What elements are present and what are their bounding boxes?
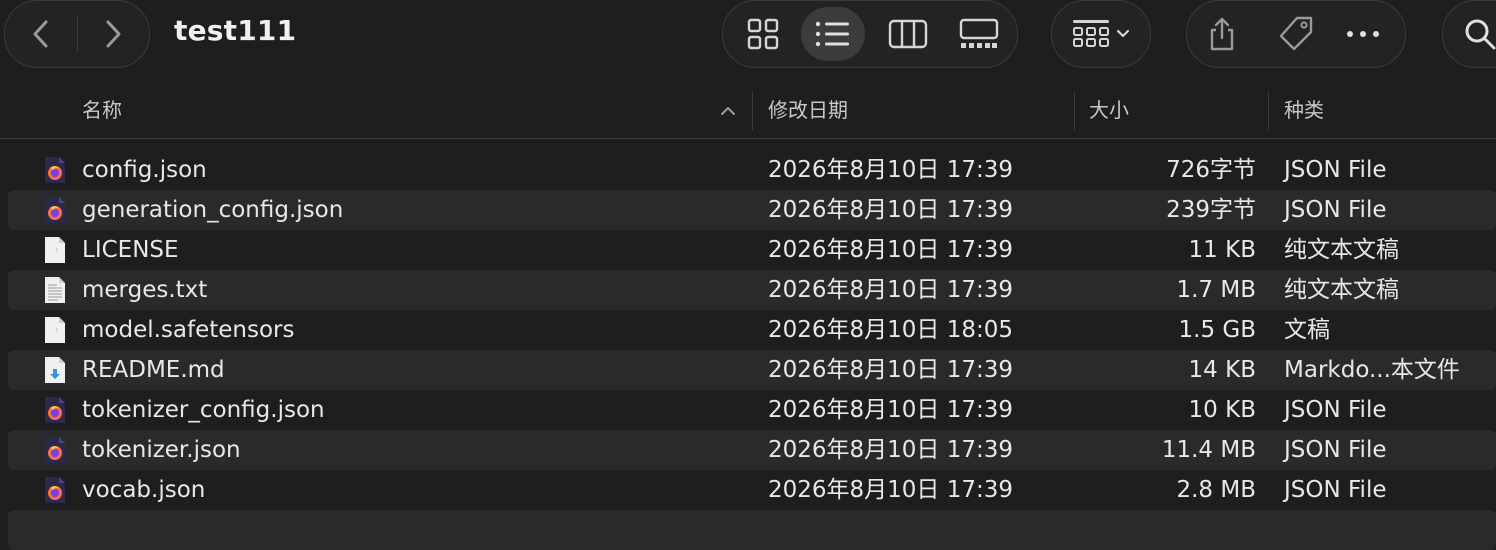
column-view-button[interactable] (876, 7, 940, 61)
file-date: 2026年8月10日 17:39 (768, 477, 1014, 503)
icon-view-icon (747, 18, 779, 50)
navigation-group (4, 0, 150, 68)
file-date: 2026年8月10日 17:39 (768, 237, 1014, 263)
file-row[interactable]: tokenizer.json 2026年8月10日 17:39 11.4 MB JSO… (8, 430, 1496, 470)
file-size: 726字节 (1166, 157, 1256, 183)
tag-icon (1279, 16, 1313, 51)
file-row[interactable]: generation_config.json 2026年8月10日 17:39 23… (8, 190, 1496, 230)
file-row[interactable]: model.safetensors 2026年8月10日 18:05 1.5 GB 文… (8, 310, 1496, 350)
firefox-json-icon (44, 396, 66, 424)
blank-document-icon (44, 316, 66, 344)
file-date: 2026年8月10日 17:39 (768, 397, 1014, 423)
file-date: 2026年8月10日 17:39 (768, 277, 1014, 303)
column-size-header[interactable]: 大小 (1089, 88, 1129, 132)
group-by-button[interactable] (1051, 0, 1151, 68)
file-date: 2026年8月10日 18:05 (768, 317, 1014, 343)
toolbar: test111 (0, 0, 1496, 72)
file-name: vocab.json (82, 477, 206, 503)
file-name: LICENSE (82, 237, 179, 263)
chevron-down-icon (1116, 29, 1130, 38)
more-button[interactable] (1331, 7, 1395, 61)
blank-document-icon (44, 236, 66, 264)
file-size: 11 KB (1188, 237, 1256, 263)
icon-view-button[interactable] (731, 7, 795, 61)
list-view-button[interactable] (801, 7, 865, 61)
file-size: 11.4 MB (1161, 437, 1256, 463)
column-name-header[interactable]: 名称 (82, 88, 122, 132)
markdown-document-icon (44, 356, 66, 384)
file-name: config.json (82, 157, 207, 183)
column-header: 名称 修改日期 大小 种类 (0, 88, 1496, 139)
file-kind: JSON File (1284, 197, 1387, 223)
gallery-view-icon (959, 18, 999, 48)
file-name: tokenizer_config.json (82, 397, 325, 423)
list-view-icon (815, 21, 849, 47)
file-size: 1.5 GB (1178, 317, 1257, 343)
file-name: README.md (82, 357, 225, 383)
file-kind: JSON File (1284, 157, 1387, 183)
file-name: generation_config.json (82, 197, 344, 223)
gallery-view-button[interactable] (947, 7, 1011, 61)
file-date: 2026年8月10日 17:39 (768, 197, 1014, 223)
column-divider[interactable] (752, 92, 753, 130)
file-date: 2026年8月10日 17:39 (768, 157, 1014, 183)
window-title: test111 (174, 14, 297, 47)
text-document-icon (44, 276, 66, 304)
search-button[interactable] (1442, 0, 1496, 68)
file-kind: 纯文本文稿 (1284, 237, 1399, 263)
file-name: merges.txt (82, 277, 208, 303)
file-kind: JSON File (1284, 397, 1387, 423)
actions-group (1186, 0, 1406, 68)
file-size: 1.7 MB (1176, 277, 1256, 303)
file-row[interactable]: merges.txt 2026年8月10日 17:39 1.7 MB 纯文本文稿 (8, 270, 1496, 310)
firefox-json-icon (44, 156, 66, 184)
file-kind: 纯文本文稿 (1284, 277, 1399, 303)
share-button[interactable] (1190, 7, 1254, 61)
chevron-right-icon (106, 20, 121, 48)
file-kind: JSON File (1284, 437, 1387, 463)
chevron-left-icon (33, 20, 48, 48)
column-date-header[interactable]: 修改日期 (768, 88, 848, 132)
file-size: 10 KB (1188, 397, 1256, 423)
file-size: 14 KB (1188, 357, 1256, 383)
view-mode-group (722, 0, 1018, 68)
firefox-json-icon (44, 436, 66, 464)
file-size: 2.8 MB (1176, 477, 1256, 503)
column-view-icon (888, 19, 928, 49)
file-row[interactable]: LICENSE 2026年8月10日 17:39 11 KB 纯文本文稿 (8, 230, 1496, 270)
more-icon (1347, 31, 1379, 37)
file-kind: 文稿 (1284, 317, 1330, 343)
file-name: model.safetensors (82, 317, 295, 343)
back-button[interactable] (5, 1, 77, 67)
column-divider[interactable] (1074, 92, 1075, 130)
firefox-json-icon (44, 196, 66, 224)
chevron-up-icon[interactable] (720, 106, 736, 116)
file-row[interactable]: vocab.json 2026年8月10日 17:39 2.8 MB JSON Fil… (8, 470, 1496, 510)
file-size: 239字节 (1166, 197, 1256, 223)
tag-button[interactable] (1264, 7, 1328, 61)
file-name: tokenizer.json (82, 437, 241, 463)
forward-button[interactable] (78, 1, 150, 67)
column-divider[interactable] (1268, 92, 1269, 130)
column-kind-header[interactable]: 种类 (1284, 88, 1324, 132)
file-row[interactable]: tokenizer_config.json 2026年8月10日 17:39 10 … (8, 390, 1496, 430)
firefox-json-icon (44, 476, 66, 504)
search-icon (1465, 19, 1496, 50)
file-row[interactable]: README.md 2026年8月10日 17:39 14 KB Markdo...本… (8, 350, 1496, 390)
file-kind: JSON File (1284, 477, 1387, 503)
file-kind: Markdo...本文件 (1284, 357, 1460, 383)
share-icon (1210, 17, 1234, 51)
empty-row (8, 510, 1496, 550)
file-row[interactable]: config.json 2026年8月10日 17:39 726字节 JSON Fil… (8, 150, 1496, 190)
file-date: 2026年8月10日 17:39 (768, 357, 1014, 383)
file-date: 2026年8月10日 17:39 (768, 437, 1014, 463)
group-by-icon (1073, 20, 1109, 47)
